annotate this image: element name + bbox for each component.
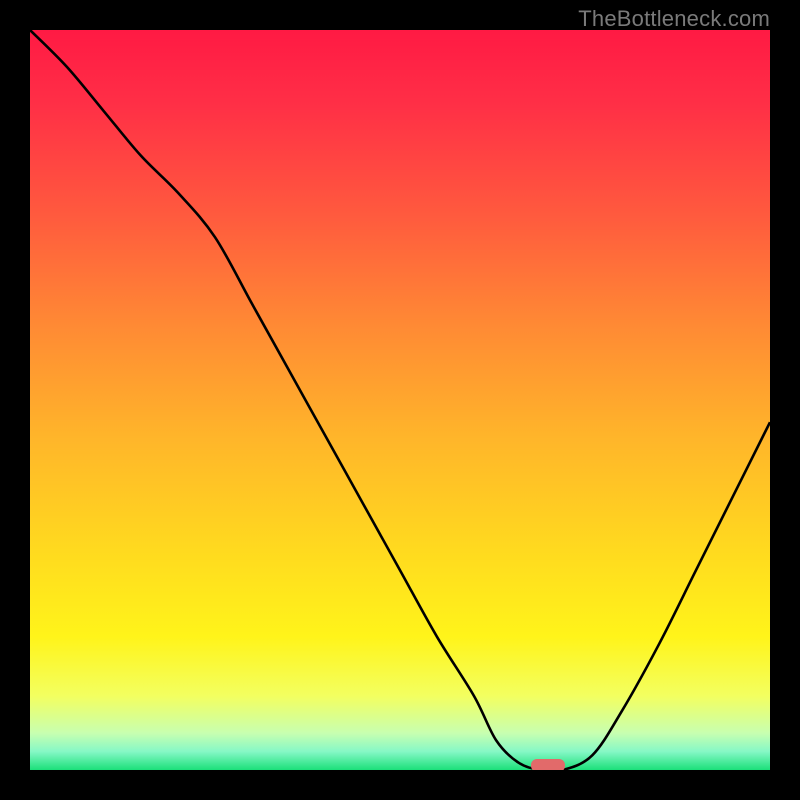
optimum-marker xyxy=(531,759,565,770)
gradient-background xyxy=(30,30,770,770)
watermark-text: TheBottleneck.com xyxy=(578,6,770,32)
chart-frame xyxy=(30,30,770,770)
bottleneck-chart xyxy=(30,30,770,770)
